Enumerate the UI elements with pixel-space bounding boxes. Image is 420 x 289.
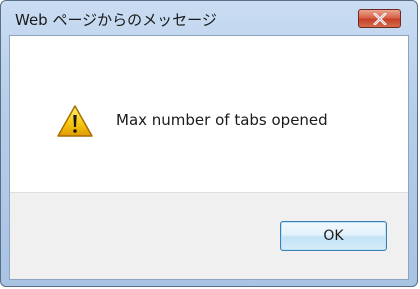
dialog-body: Max number of tabs opened OK — [9, 35, 409, 280]
warning-icon — [57, 105, 93, 137]
ok-button[interactable]: OK — [280, 221, 387, 251]
message-text: Max number of tabs opened — [116, 111, 328, 129]
dialog-title: Web ページからのメッセージ — [15, 11, 217, 29]
close-button[interactable] — [358, 9, 401, 28]
message-dialog: Web ページからのメッセージ Max number of tabs opene… — [0, 0, 418, 287]
button-bar: OK — [10, 192, 408, 279]
message-area: Max number of tabs opened — [10, 36, 408, 192]
title-bar[interactable]: Web ページからのメッセージ — [1, 1, 417, 35]
close-icon — [372, 12, 387, 25]
